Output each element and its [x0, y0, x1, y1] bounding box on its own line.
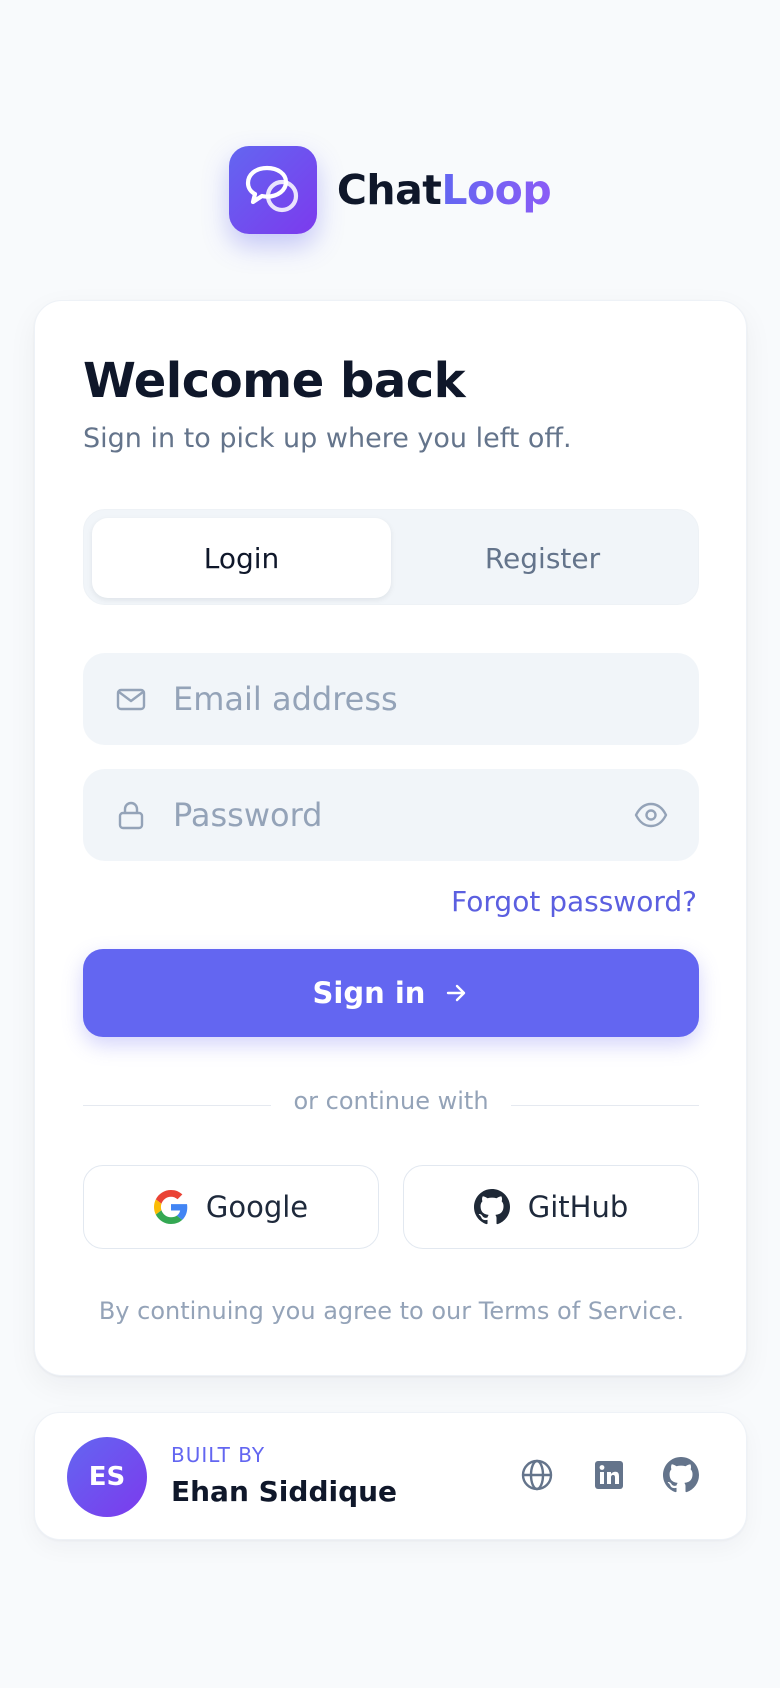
globe-icon[interactable] — [519, 1457, 555, 1493]
author-footer: ES BUILT BY Ehan Siddique — [34, 1412, 747, 1540]
brand-name-part2: Loop — [441, 166, 552, 214]
sign-in-button[interactable]: Sign in — [83, 949, 699, 1037]
google-button[interactable]: Google — [83, 1165, 379, 1249]
password-field — [83, 769, 699, 861]
login-card: Welcome back Sign in to pick up where yo… — [34, 300, 747, 1376]
email-input[interactable] — [173, 653, 613, 745]
brand-name-part1: Chat — [336, 166, 442, 214]
divider: or continue with — [83, 1087, 699, 1123]
built-by-label: BUILT BY — [171, 1443, 266, 1467]
google-label: Google — [205, 1190, 309, 1224]
chat-bubbles-icon — [228, 146, 317, 234]
auth-tabs: Login Register — [83, 509, 699, 605]
divider-line-right — [511, 1105, 699, 1106]
author-name: Ehan Siddique — [171, 1475, 398, 1508]
tab-login[interactable]: Login — [92, 518, 391, 598]
github-icon — [473, 1189, 510, 1225]
brand-name: ChatLoop — [336, 166, 552, 214]
google-icon — [153, 1190, 188, 1224]
github-link-icon[interactable] — [663, 1457, 699, 1493]
forgot-password-link[interactable]: Forgot password? — [451, 885, 697, 918]
arrow-right-icon — [447, 984, 466, 1002]
email-field — [83, 653, 699, 745]
divider-label: or continue with — [293, 1087, 489, 1115]
linkedin-icon[interactable] — [591, 1457, 627, 1493]
mail-icon — [116, 688, 146, 711]
lock-icon — [118, 801, 144, 830]
tab-register[interactable]: Register — [393, 518, 692, 598]
sign-in-label: Sign in — [312, 976, 426, 1010]
avatar: ES — [67, 1437, 147, 1517]
password-input[interactable] — [173, 769, 613, 861]
github-label: GitHub — [527, 1190, 629, 1224]
github-button[interactable]: GitHub — [403, 1165, 699, 1249]
page-title: Welcome back — [83, 353, 466, 409]
brand-header: ChatLoop — [0, 146, 780, 234]
terms-text: By continuing you agree to our Terms of … — [98, 1297, 685, 1325]
eye-icon[interactable] — [633, 797, 669, 833]
page-subtitle: Sign in to pick up where you left off. — [83, 423, 572, 454]
